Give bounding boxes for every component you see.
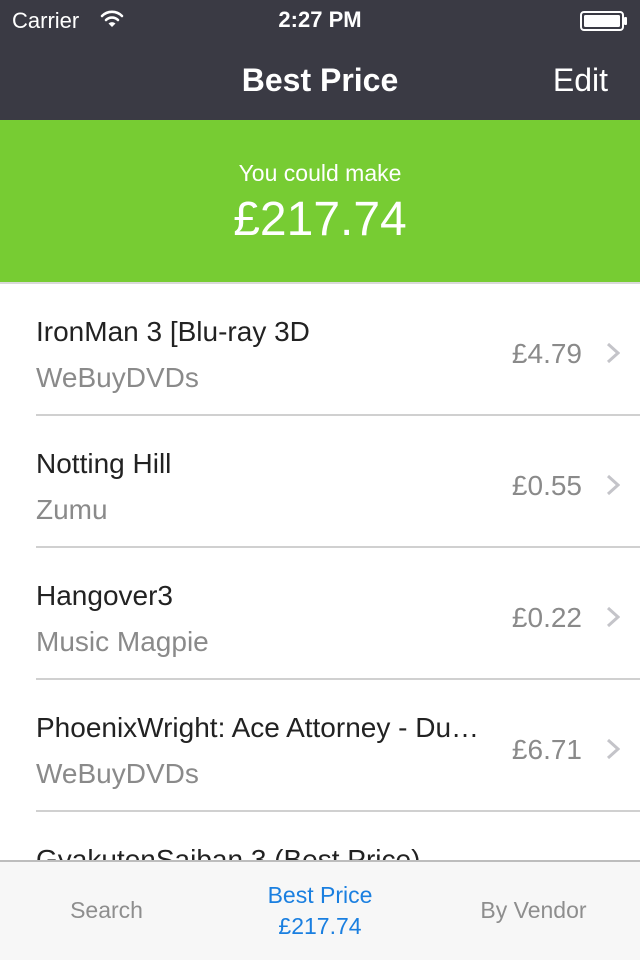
- list-item[interactable]: PhoenixWright: Ace Attorney - Dual Desti…: [0, 680, 640, 812]
- item-price: £0.55: [511, 470, 582, 501]
- earnings-amount: £217.74: [233, 193, 407, 246]
- chevron-right-icon: [606, 606, 620, 628]
- tab-by-vendor[interactable]: By Vendor: [427, 862, 640, 960]
- tab-search-label: Search: [70, 897, 143, 923]
- tab-best-price-amount: £217.74: [278, 913, 362, 939]
- tab-search[interactable]: Search: [0, 862, 213, 960]
- item-price: £4.79: [511, 338, 582, 369]
- best-price-list: IronMan 3 [Blu-ray 3D WeBuyDVDs £4.79 No…: [0, 284, 640, 860]
- item-vendor: WeBuyDVDs: [36, 362, 199, 393]
- item-title: Notting Hill: [36, 448, 172, 479]
- list-item[interactable]: GyakutenSaiban 3 (Best Price): [0, 812, 640, 860]
- item-vendor: Zumu: [36, 494, 108, 525]
- item-title: PhoenixWright: Ace Attorney - Dual Desti…: [36, 712, 486, 743]
- item-title: IronMan 3 [Blu-ray 3D: [36, 316, 310, 347]
- chevron-right-icon: [606, 738, 620, 760]
- tab-by-vendor-label: By Vendor: [480, 897, 587, 923]
- list-item[interactable]: IronMan 3 [Blu-ray 3D WeBuyDVDs £4.79: [0, 284, 640, 416]
- navigation-bar: Best Price Edit: [0, 40, 640, 120]
- battery-icon: [580, 11, 627, 31]
- item-price: £6.71: [511, 734, 582, 765]
- tab-bar: Search Best Price £217.74 By Vendor: [0, 860, 640, 960]
- item-vendor: Music Magpie: [36, 626, 209, 657]
- earnings-summary-banner: You could make £217.74: [0, 120, 640, 282]
- edit-button[interactable]: Edit: [553, 62, 608, 99]
- list-item[interactable]: Hangover3 Music Magpie £0.22: [0, 548, 640, 680]
- earnings-caption: You could make: [238, 160, 402, 186]
- chevron-right-icon: [606, 342, 620, 364]
- item-price: £0.22: [511, 602, 582, 633]
- status-bar: Carrier 2:27 PM: [0, 0, 640, 40]
- status-time: 2:27 PM: [278, 7, 362, 32]
- screen: Carrier 2:27 PM Best Price Edit You coul…: [0, 0, 640, 960]
- item-title: GyakutenSaiban 3 (Best Price): [36, 844, 421, 860]
- tab-best-price[interactable]: Best Price £217.74: [213, 862, 427, 960]
- page-title: Best Price: [241, 62, 399, 98]
- item-title: Hangover3: [36, 580, 173, 611]
- list-item[interactable]: Notting Hill Zumu £0.55: [0, 416, 640, 548]
- tab-best-price-label: Best Price: [267, 882, 373, 908]
- item-vendor: WeBuyDVDs: [36, 758, 199, 789]
- chevron-right-icon: [606, 474, 620, 496]
